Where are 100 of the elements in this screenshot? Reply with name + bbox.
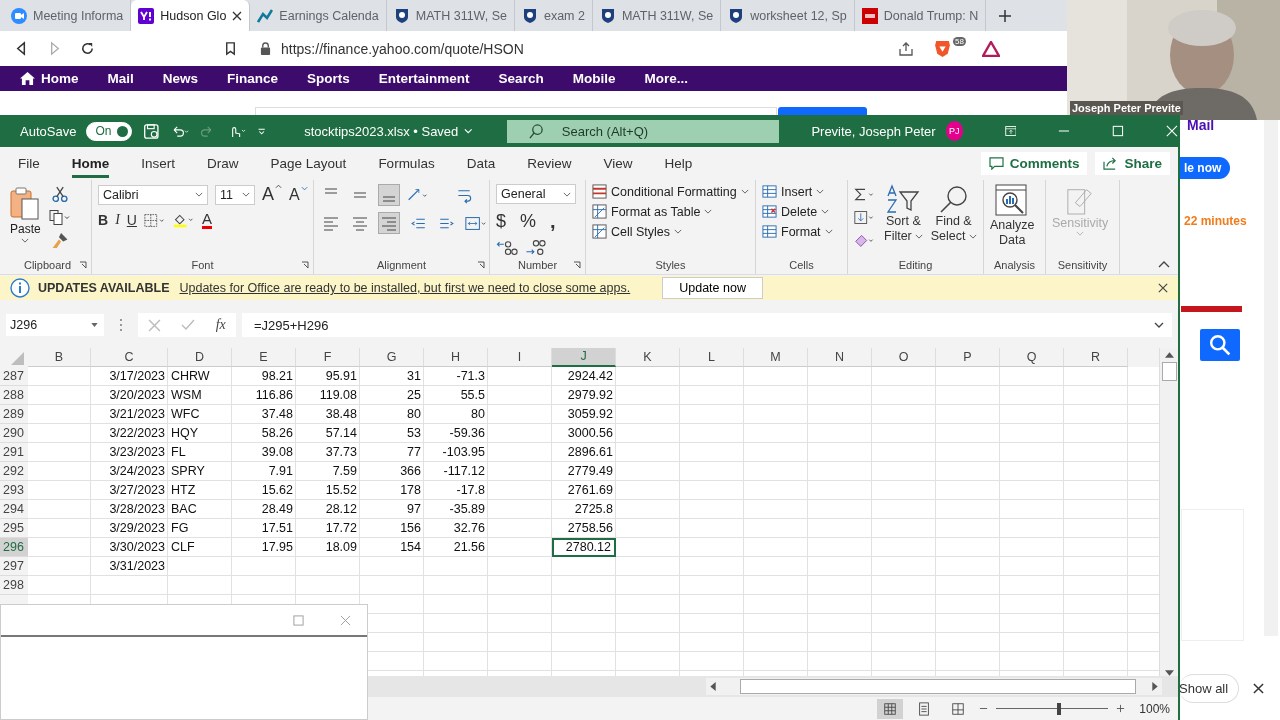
vertical-scrollbar[interactable] [1159,348,1178,676]
upgrade-button[interactable]: le now [1180,157,1230,179]
search-field[interactable]: Search (Alt+Q) [506,119,780,143]
new-tab-icon[interactable] [998,8,1013,23]
italic-button[interactable]: I [115,212,120,228]
ribbon-tab[interactable]: Review [527,149,572,178]
nav-link[interactable]: More... [644,71,688,86]
styles-menu-button[interactable]: Format as Table [592,204,713,219]
ribbon-tab[interactable]: Page Layout [270,149,347,178]
comma-style-button[interactable]: , [550,210,556,233]
currency-button[interactable]: $ [496,211,506,232]
styles-menu-button[interactable]: Cell Styles [592,224,683,239]
grow-font-button[interactable]: A [262,184,282,205]
update-now-button[interactable]: Update now [662,277,763,299]
ribbon-tab[interactable]: Home [71,149,110,178]
underline-button[interactable]: U [126,212,137,228]
zoom-level[interactable]: 100% [1139,701,1170,716]
dialog-launcher-icon[interactable] [79,261,87,269]
borders-icon[interactable] [143,211,166,229]
find-select-button[interactable]: Find & Select [930,184,977,244]
font-name-field[interactable]: Calibri [98,184,208,205]
normal-view-icon[interactable] [877,698,904,719]
autosum-icon[interactable] [854,186,876,203]
comments-button[interactable]: Comments [980,152,1088,175]
save-icon[interactable] [142,122,161,140]
bookmark-icon[interactable] [223,41,238,56]
shrink-font-button[interactable]: A [289,185,308,204]
column-header[interactable]: Q [1000,348,1064,367]
ribbon-display-icon[interactable] [1004,124,1017,138]
nav-link[interactable]: Sports [307,71,350,86]
analyze-data-button[interactable]: Analyze Data [990,184,1035,248]
sort-filter-button[interactable]: Sort & Filter [884,184,923,244]
insert-function-button[interactable]: fx [215,317,226,333]
merge-icon[interactable] [465,214,487,232]
chevron-down-icon[interactable] [464,128,473,134]
column-header[interactable]: N [808,348,872,367]
font-color-button[interactable]: A [201,211,212,229]
font-size-field[interactable]: 11 [215,184,255,205]
dialog-launcher-icon[interactable] [301,261,309,269]
column-header[interactable]: H [424,348,488,367]
file-name[interactable]: stocktips2023.xlsx • Saved [304,123,459,139]
column-header[interactable]: O [872,348,936,367]
nav-link[interactable]: Mail [107,71,134,86]
column-header[interactable]: C [91,348,168,367]
triangle-icon[interactable] [982,40,1000,57]
ribbon-tab[interactable]: Help [664,149,693,178]
cells-menu-button[interactable]: Insert [762,184,825,199]
nav-link[interactable]: Entertainment [378,71,470,86]
horizontal-scrollbar[interactable] [706,678,1162,695]
column-header[interactable]: G [360,348,424,367]
scroll-thumb[interactable] [1161,362,1177,381]
close-icon[interactable] [232,10,243,21]
column-header[interactable]: M [744,348,808,367]
name-box[interactable]: J296 [6,314,104,336]
column-header[interactable]: E [232,348,296,367]
cells-menu-button[interactable]: Delete [762,204,830,219]
close-icon[interactable] [1253,682,1265,694]
copy-icon[interactable] [48,209,71,226]
formula-field[interactable]: =J295+H296 [242,313,1172,337]
column-header[interactable]: R [1064,348,1128,367]
column-header[interactable]: P [936,348,1000,367]
column-header[interactable]: D [168,348,232,367]
share-icon[interactable] [898,40,915,57]
nav-link[interactable]: Search [498,71,544,86]
column-header[interactable]: K [616,348,680,367]
zoom-slider-thumb[interactable] [1057,702,1061,715]
zoom-in-icon[interactable] [1116,704,1126,713]
autosave-toggle[interactable]: On [86,121,133,141]
fill-down-icon[interactable] [854,209,876,226]
mail-link[interactable]: Mail [1187,117,1215,133]
scroll-left-icon[interactable] [710,682,716,691]
drag-handle-icon[interactable] [120,319,122,331]
search-button[interactable] [1200,329,1240,361]
scroll-right-icon[interactable] [1152,682,1158,691]
ribbon-tab[interactable]: Insert [141,149,176,178]
ribbon-tab[interactable]: Draw [207,149,239,178]
eraser-icon[interactable] [854,232,876,249]
scroll-thumb[interactable] [740,679,1136,694]
update-link[interactable]: Updates for Office are ready to be installed, but first we need to close some apps. [179,281,631,295]
column-header[interactable]: L [680,348,744,367]
ribbon-tab[interactable]: Formulas [378,149,435,178]
nav-link[interactable]: Home [20,71,79,86]
cells-menu-button[interactable]: Format [762,224,833,239]
scroll-up-icon[interactable] [1164,352,1174,358]
browser-tab[interactable]: Hudson Glo [131,0,251,31]
bold-button[interactable]: B [98,212,109,228]
user-avatar[interactable]: PJ [945,121,963,141]
percent-button[interactable]: % [520,211,537,232]
reload-icon[interactable] [80,41,95,56]
expand-icon[interactable] [1154,322,1164,328]
styles-menu-button[interactable]: Conditional Formatting [592,184,749,199]
ribbon-tab[interactable]: Data [466,149,496,178]
dialog-launcher-icon[interactable] [477,261,485,269]
lion-shield-icon[interactable] [934,39,952,58]
decrease-decimal-icon[interactable] [525,239,547,256]
share-button[interactable]: Share [1095,152,1170,175]
column-header[interactable]: J [552,348,616,367]
number-format-field[interactable]: General [496,184,576,204]
nav-link[interactable]: Mobile [572,71,616,86]
ribbon-tab[interactable]: File [18,149,40,178]
